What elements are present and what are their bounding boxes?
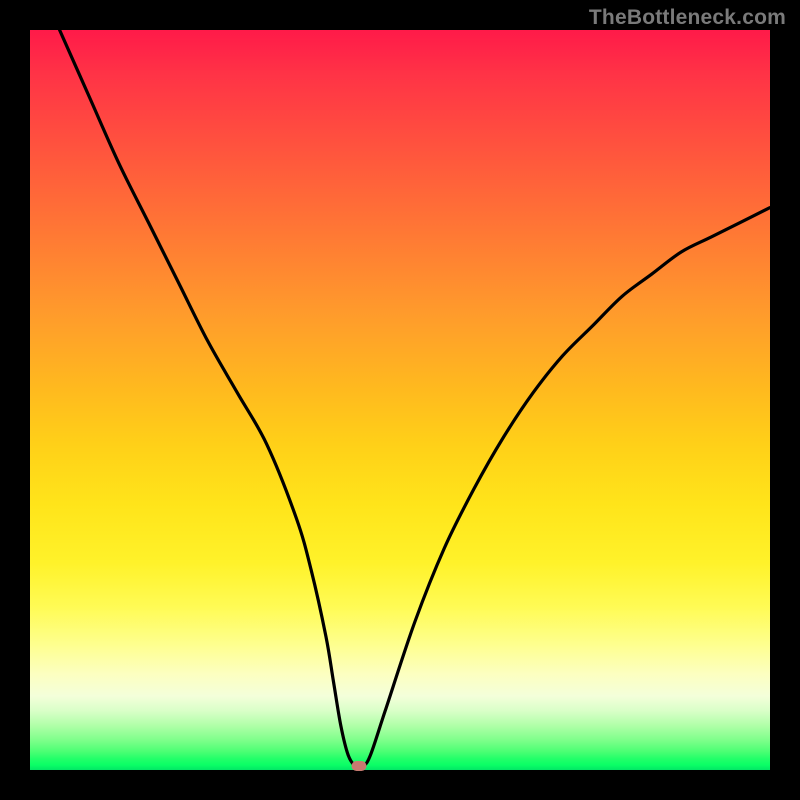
chart-container: TheBottleneck.com <box>0 0 800 800</box>
watermark-text: TheBottleneck.com <box>589 6 786 30</box>
plot-area <box>30 30 770 770</box>
minimum-marker <box>352 761 367 771</box>
line-chart <box>30 30 770 770</box>
bottleneck-curve <box>60 30 770 768</box>
